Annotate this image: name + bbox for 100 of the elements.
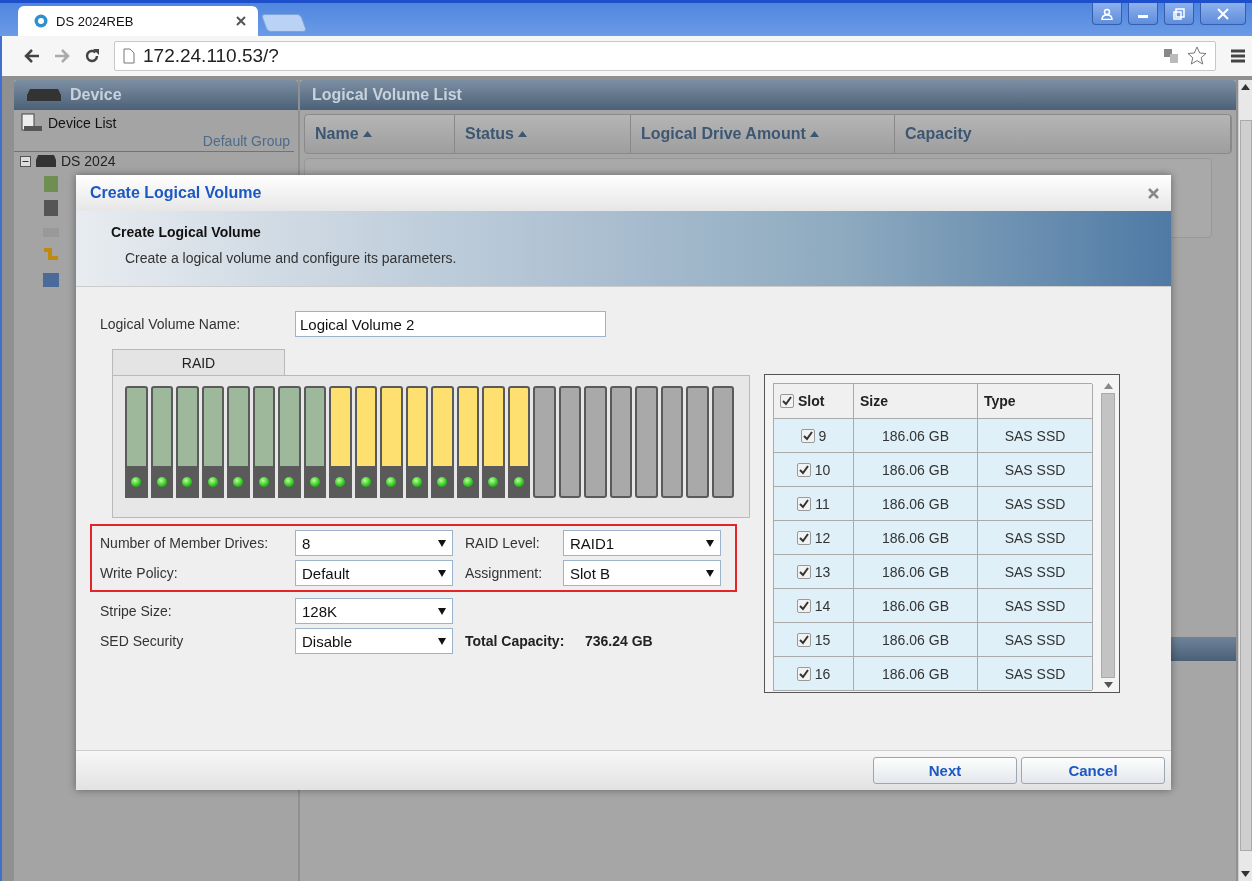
checkbox[interactable] xyxy=(796,598,811,613)
dialog-button[interactable]: Next xyxy=(873,757,1017,784)
table-cell: 16 xyxy=(774,656,854,690)
drive-bay[interactable] xyxy=(252,386,275,498)
drive-bay[interactable] xyxy=(660,386,683,498)
page-icon xyxy=(123,48,135,64)
table-cell: 15 xyxy=(774,622,854,656)
reload-icon[interactable] xyxy=(84,48,100,64)
drive-bay[interactable] xyxy=(686,386,709,498)
table-cell: SAS SSD xyxy=(978,486,1093,520)
checkbox[interactable] xyxy=(800,428,815,443)
dropdown[interactable]: RAID1 xyxy=(563,530,721,556)
table-cell: SAS SSD xyxy=(978,656,1093,690)
table-cell: SAS SSD xyxy=(978,554,1093,588)
table-cell: 186.06 GB xyxy=(854,520,978,554)
panel-title: Device xyxy=(70,86,122,104)
table-cell: SAS SSD xyxy=(978,588,1093,622)
drive-bay[interactable] xyxy=(482,386,505,498)
banner-heading: Create Logical Volume xyxy=(111,223,262,240)
translate-icon[interactable] xyxy=(1163,48,1179,64)
drive-bay[interactable] xyxy=(176,386,199,498)
site-icon xyxy=(34,14,48,28)
user-icon[interactable] xyxy=(1092,3,1122,25)
column-header: Type xyxy=(978,384,1093,418)
caret-icon xyxy=(706,569,714,577)
drive-bay[interactable] xyxy=(431,386,454,498)
drive-bay[interactable] xyxy=(609,386,632,498)
drive-bay[interactable] xyxy=(584,386,607,498)
input-field[interactable]: Logical Volume 2 xyxy=(295,311,606,337)
checkbox[interactable] xyxy=(796,564,811,579)
drive-bay[interactable] xyxy=(380,386,403,498)
table-cell: 186.06 GB xyxy=(854,452,978,486)
checkbox[interactable] xyxy=(796,666,811,681)
drive-bay[interactable] xyxy=(354,386,377,498)
drive-bay[interactable] xyxy=(303,386,326,498)
dropdown[interactable]: Disable xyxy=(295,628,453,654)
column-header: Slot xyxy=(774,384,854,418)
checkbox[interactable] xyxy=(797,496,812,511)
checkbox[interactable] xyxy=(796,632,811,647)
browser-tab[interactable]: DS 2024REB xyxy=(18,6,258,36)
server-icon xyxy=(35,154,57,168)
drive-bay[interactable] xyxy=(329,386,352,498)
raid-tab[interactable]: RAID xyxy=(112,349,285,375)
minimize-icon[interactable] xyxy=(1128,3,1158,25)
table-cell: SAS SSD xyxy=(978,418,1093,452)
table-cell: 9 xyxy=(774,418,854,452)
table-cell: SAS SSD xyxy=(978,452,1093,486)
scrollbar[interactable] xyxy=(1238,80,1252,881)
dropdown[interactable]: Default xyxy=(295,560,453,586)
drive-bay[interactable] xyxy=(711,386,734,498)
dialog-title: Create Logical Volume xyxy=(90,184,263,202)
caret-icon xyxy=(438,539,446,547)
drive-bay[interactable] xyxy=(507,386,530,498)
drive-bay[interactable] xyxy=(456,386,479,498)
drive-bay[interactable] xyxy=(405,386,428,498)
field-label: Stripe Size: xyxy=(100,603,173,619)
drive-bay[interactable] xyxy=(227,386,250,498)
server-icon xyxy=(26,88,62,102)
field-label: Assignment: xyxy=(465,565,544,581)
table-cell: SAS SSD xyxy=(978,622,1093,656)
drive-bay[interactable] xyxy=(150,386,173,498)
table-cell: 186.06 GB xyxy=(854,622,978,656)
address-bar[interactable]: 172.24.110.53/? xyxy=(114,41,1216,71)
checkbox[interactable] xyxy=(796,462,811,477)
table-cell: 11 xyxy=(774,486,854,520)
collapse-icon[interactable] xyxy=(20,155,31,167)
menu-icon[interactable] xyxy=(1230,49,1246,63)
table-cell: 10 xyxy=(774,452,854,486)
drive-bay[interactable] xyxy=(558,386,581,498)
dialog-button[interactable]: Cancel xyxy=(1021,757,1165,784)
scrollbar[interactable] xyxy=(1100,383,1116,688)
drive-bay[interactable] xyxy=(635,386,658,498)
caret-icon xyxy=(438,637,446,645)
dropdown[interactable]: 128K xyxy=(295,598,453,624)
drive-bay[interactable] xyxy=(125,386,148,498)
close-icon[interactable] xyxy=(1200,3,1246,25)
drive-bay[interactable] xyxy=(278,386,301,498)
drive-bay[interactable] xyxy=(533,386,556,498)
checkbox[interactable] xyxy=(796,530,811,545)
table-cell: 186.06 GB xyxy=(854,486,978,520)
tree-item[interactable]: DS 2024 xyxy=(61,153,116,169)
drive-bay[interactable] xyxy=(201,386,224,498)
table-cell: SAS SSD xyxy=(978,520,1093,554)
device-list-link[interactable]: Device List xyxy=(48,115,117,131)
caret-icon xyxy=(438,607,446,615)
table-cell: 12 xyxy=(774,520,854,554)
dropdown[interactable]: 8 xyxy=(295,530,453,556)
panel-title: Logical Volume List xyxy=(312,86,462,104)
close-icon[interactable] xyxy=(236,16,246,26)
dropdown[interactable]: Slot B xyxy=(563,560,721,586)
back-icon[interactable] xyxy=(24,49,40,63)
star-icon[interactable] xyxy=(1187,46,1207,66)
restore-icon[interactable] xyxy=(1164,3,1194,25)
column-header: Size xyxy=(854,384,978,418)
scroll-down-icon xyxy=(1241,871,1250,877)
banner-description: Create a logical volume and configure its parameters. xyxy=(124,249,458,266)
field-label: RAID Level: xyxy=(465,535,541,551)
scroll-up-icon xyxy=(1241,84,1250,90)
checkbox[interactable] xyxy=(780,394,794,408)
scroll-up-icon xyxy=(1103,383,1113,389)
